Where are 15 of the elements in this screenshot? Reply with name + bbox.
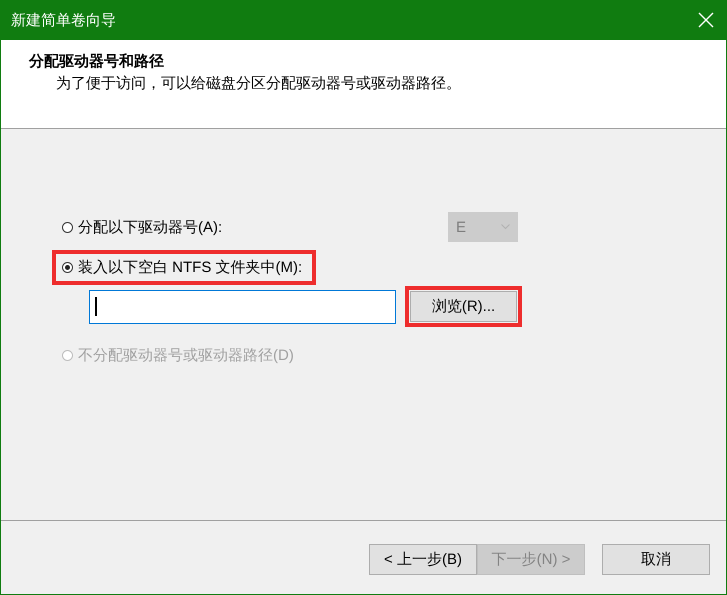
browse-button[interactable]: 浏览(R)... (410, 291, 517, 322)
radio-button[interactable] (62, 222, 73, 232)
page-description: 为了便于访问，可以给磁盘分区分配驱动器号或驱动器路径。 (56, 74, 462, 93)
window-title: 新建简单卷向导 (11, 10, 116, 30)
chevron-down-icon (501, 224, 510, 230)
folder-path-field[interactable] (89, 290, 396, 324)
wizard-button[interactable]: < 上一步(B) (369, 544, 477, 574)
wizard-button[interactable]: 取消 (602, 544, 710, 574)
radio-button[interactable] (62, 262, 73, 272)
text-cursor (95, 297, 97, 316)
close-icon[interactable] (698, 12, 714, 28)
page-heading: 分配驱动器号和路径 (29, 52, 165, 71)
option-label: 装入以下空白 NTFS 文件夹中(M): (78, 258, 302, 276)
option-label: 不分配驱动器号或驱动器路径(D) (78, 346, 294, 364)
option-label: 分配以下驱动器号(A): (78, 218, 222, 236)
